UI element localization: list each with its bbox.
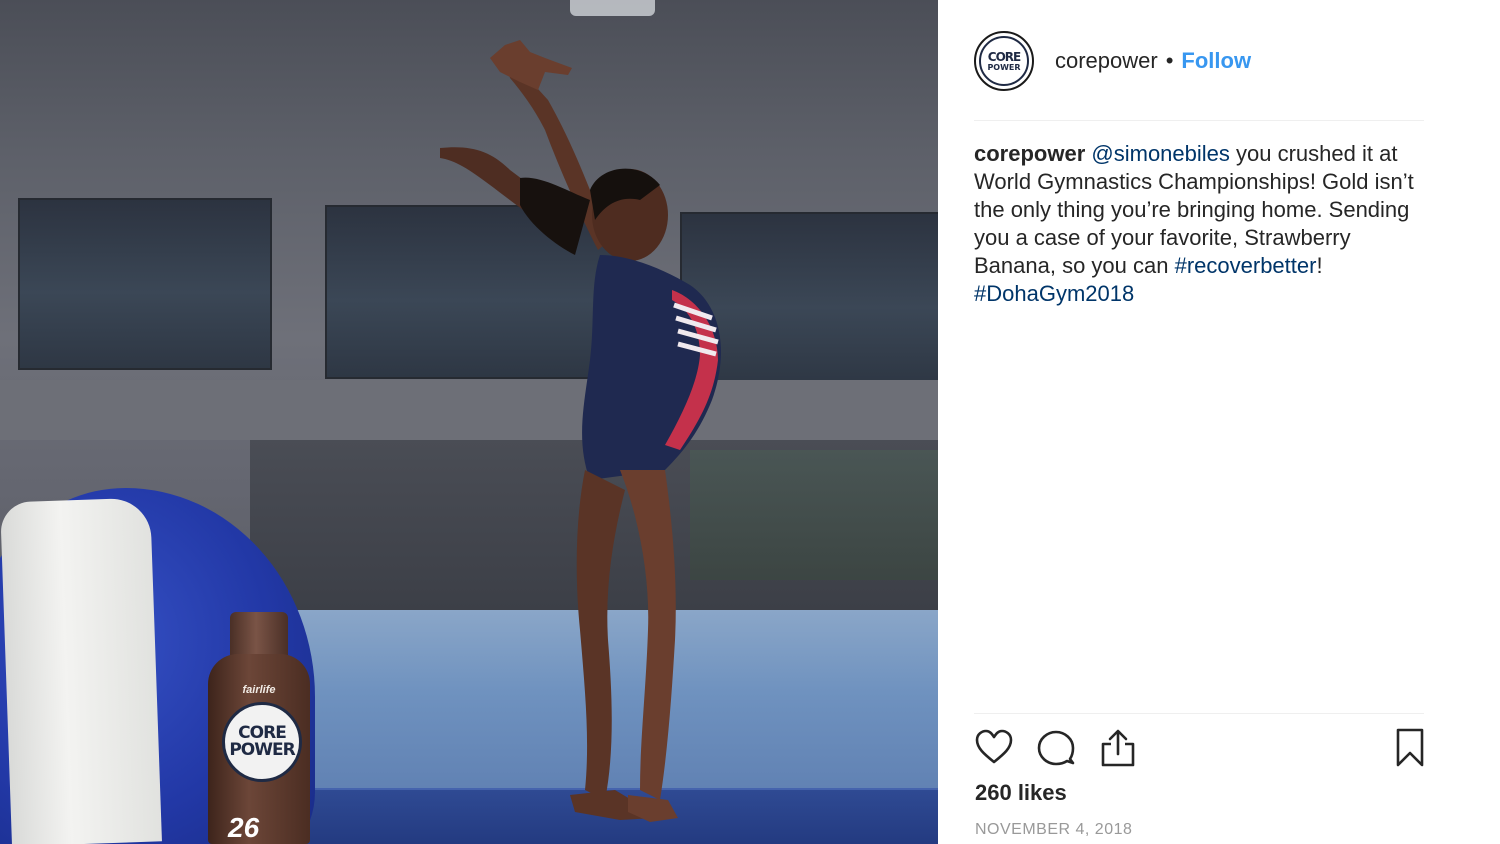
bookmark-icon[interactable]: [1390, 728, 1430, 768]
avatar-logo: CORE POWER: [979, 36, 1029, 86]
comment-icon[interactable]: [1036, 728, 1076, 768]
white-towel: [0, 497, 162, 844]
post-image[interactable]: fairlife CORE POWER 26: [0, 0, 938, 844]
post-date[interactable]: NOVEMBER 4, 2018: [975, 821, 1132, 839]
action-bar: [974, 728, 1424, 770]
bottle-logo-line2: POWER: [229, 740, 295, 760]
caption-username[interactable]: corepower: [974, 141, 1085, 166]
post-caption: corepower @simonebiles you crushed it at…: [974, 140, 1424, 308]
post-panel: CORE POWER corepower • Follow corepower …: [938, 0, 1500, 844]
avatar[interactable]: CORE POWER: [974, 31, 1034, 91]
likes-count[interactable]: 260 likes: [975, 780, 1067, 806]
avatar-logo-line2: POWER: [987, 62, 1021, 72]
separator-dot: •: [1165, 48, 1174, 73]
actions-divider: [974, 713, 1424, 714]
header-divider: [974, 120, 1424, 121]
username-link[interactable]: corepower: [1055, 48, 1158, 74]
share-icon[interactable]: [1098, 728, 1138, 768]
bottle-logo: CORE POWER: [222, 702, 302, 782]
caption-text-between: !: [1316, 253, 1323, 278]
avatar-logo-line1: CORE: [987, 49, 1021, 64]
post-header: CORE POWER corepower • Follow: [974, 28, 1424, 94]
heart-icon[interactable]: [974, 728, 1014, 768]
hashtag-link[interactable]: #recoverbetter: [1175, 253, 1317, 278]
hashtag-link[interactable]: #DohaGym2018: [974, 281, 1134, 306]
follow-button[interactable]: Follow: [1181, 48, 1251, 74]
bottle-brand-text: fairlife: [242, 684, 276, 696]
bottle: fairlife CORE POWER 26: [208, 612, 310, 844]
bottle-cap: [230, 612, 288, 658]
mention-link[interactable]: @simonebiles: [1091, 141, 1230, 166]
bottle-grams: 26: [228, 812, 260, 843]
